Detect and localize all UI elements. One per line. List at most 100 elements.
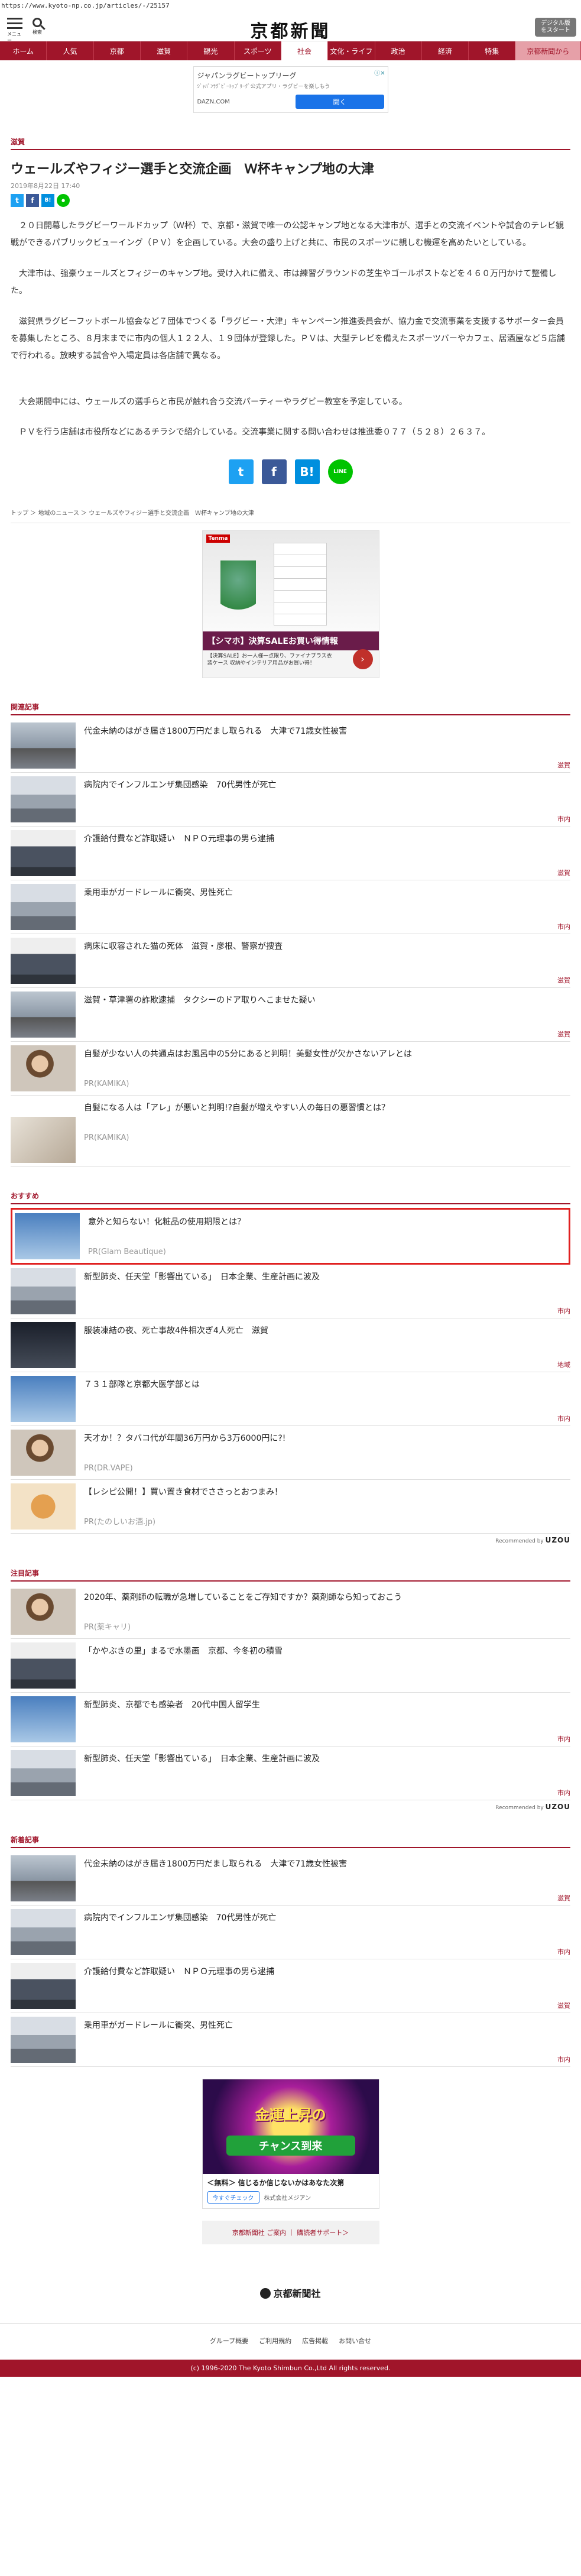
article-link[interactable]: 乗用車がガードレールに衝突、男性死亡 xyxy=(84,886,570,899)
digital-edition-button[interactable]: デジタル版をスタート xyxy=(535,18,576,37)
recommended-by: Recommended by UZOU xyxy=(495,1802,570,1811)
category-tag[interactable]: 市内 xyxy=(557,922,570,931)
nav-item[interactable]: 社会 xyxy=(281,41,329,60)
twitter-share-icon[interactable]: t xyxy=(11,194,24,207)
article-link[interactable]: 【レシピ公開！】買い置き食材でささっとおつまみ！ xyxy=(84,1486,570,1499)
article-link[interactable]: 介護給付費など詐取疑い ＮＰＯ元理事の男ら逮捕 xyxy=(84,1965,570,1978)
article-link[interactable]: 自髪になる人は「アレ」が悪いと判明!?自髪が増えやすい人の毎日の悪習慣とは？ xyxy=(84,1101,570,1114)
display-ad[interactable]: Tenma 【シマホ】決算SALEお買い得情報 【決算SALE】お一人様一点限り… xyxy=(202,530,379,678)
article-link[interactable]: 2020年、薬剤師の転職が急増していることをご存知ですか？薬剤師なら知っておこう xyxy=(84,1591,570,1604)
category-tag[interactable]: 市内 xyxy=(557,1306,570,1315)
list-item[interactable]: 服装凍結の夜、死亡事故4件相次ぎ4人死亡 滋賀地域 xyxy=(11,1318,570,1372)
line-share-button[interactable]: LINE xyxy=(327,459,353,484)
nav-item[interactable]: 京都新聞から xyxy=(515,41,581,60)
list-item[interactable]: 病床に収容された猫の死体 滋賀・彦根、警察が捜査滋賀 xyxy=(11,934,570,988)
list-item[interactable]: 滋賀・草津署の詐欺逮捕 タクシーのドア取りへこませた疑い滋賀 xyxy=(11,988,570,1042)
list-item[interactable]: 介護給付費など詐取疑い ＮＰＯ元理事の男ら逮捕滋賀 xyxy=(11,827,570,880)
article-link[interactable]: 介護給付費など詐取疑い ＮＰＯ元理事の男ら逮捕 xyxy=(84,832,570,845)
top-banner-ad[interactable]: ⓘ✕ ジャパンラグビートップリーグ ｼﾞｬﾊﾟﾝﾗｸﾞﾋﾞｰﾄｯﾌﾟﾘｰｸﾞ公式… xyxy=(193,66,388,113)
menu-button[interactable]: メニュー xyxy=(7,18,22,44)
breadcrumb-item[interactable]: トップ xyxy=(11,510,28,517)
footer-nav-item[interactable]: お問い合せ xyxy=(339,2336,371,2345)
list-item[interactable]: 介護給付費など詐取疑い ＮＰＯ元理事の男ら逮捕滋賀 xyxy=(11,1959,570,2013)
article-link[interactable]: 新型肺炎、任天堂「影響出ている」 日本企業、生産計画に波及 xyxy=(84,1271,570,1284)
list-item[interactable]: 新型肺炎、任天堂「影響出ている」 日本企業、生産計画に波及市内 xyxy=(11,1747,570,1800)
list-item[interactable]: 【レシピ公開！】買い置き食材でささっとおつまみ！ PR(たのしいお酒.jp) xyxy=(11,1480,570,1534)
list-item[interactable]: 天才か！？タバコ代が年間36万円から3万6000円に?! PR(DR.VAPE) xyxy=(11,1426,570,1480)
category-tag[interactable]: 滋賀 xyxy=(557,1893,570,1903)
list-item[interactable]: 病院内でインフルエンザ集団感染 70代男性が死亡市内 xyxy=(11,1906,570,1959)
twitter-share-button[interactable]: t xyxy=(228,459,254,484)
divider xyxy=(11,149,570,150)
list-item[interactable]: 自髪が少ない人の共通点はお風呂中の5分にあると判明！美髪女性が欠かさないアレとは… xyxy=(11,1042,570,1096)
category-tag[interactable]: 地域 xyxy=(557,1360,570,1369)
article-link[interactable]: 滋賀・草津署の詐欺逮捕 タクシーのドア取りへこませた疑い xyxy=(84,994,570,1007)
facebook-share-icon[interactable]: f xyxy=(26,194,39,207)
article-link[interactable]: 新型肺炎、京都でも感染者 20代中国人留学生 xyxy=(84,1699,570,1712)
ad-close-icon[interactable]: ⓘ✕ xyxy=(374,68,385,77)
article-link[interactable]: 病床に収容された猫の死体 滋賀・彦根、警察が捜査 xyxy=(84,940,570,953)
category-tag[interactable]: 市内 xyxy=(557,1947,570,1956)
list-item[interactable]: 新型肺炎、京都でも感染者 20代中国人留学生市内 xyxy=(11,1693,570,1747)
promo-check-button[interactable]: 今すぐチェック xyxy=(207,2191,259,2204)
article-link[interactable]: ７３１部隊と京都大医学部とは xyxy=(84,1378,570,1391)
article-link[interactable]: 「かやぶきの里」まるで水墨画 京都、今冬初の積雪 xyxy=(84,1645,570,1658)
list-item[interactable]: 代金未納のはがき届き1800万円だまし取られる 大津で71歳女性被害滋賀 xyxy=(11,719,570,773)
nav-item[interactable]: 文化・ライフ xyxy=(328,41,375,60)
category-tag[interactable]: 市内 xyxy=(557,1788,570,1797)
list-item[interactable]: 乗用車がガードレールに衝突、男性死亡市内 xyxy=(11,880,570,934)
nav-item[interactable]: 京都 xyxy=(94,41,141,60)
category-tag[interactable]: 市内 xyxy=(557,814,570,824)
category-tag[interactable]: 滋賀 xyxy=(557,2001,570,2010)
nav-item[interactable]: スポーツ xyxy=(235,41,281,60)
list-item[interactable]: 新型肺炎、任天堂「影響出ている」 日本企業、生産計画に波及市内 xyxy=(11,1265,570,1318)
line-share-icon[interactable]: ● xyxy=(57,194,70,207)
article-link[interactable]: 天才か！？タバコ代が年間36万円から3万6000円に?! xyxy=(84,1432,570,1445)
nav-item[interactable]: 経済 xyxy=(422,41,469,60)
footer-nav-item[interactable]: 広告掲載 xyxy=(302,2336,328,2345)
footer-links[interactable]: 京都新聞社 ご案内 ｜ 購読者サポート＞ xyxy=(202,2220,379,2244)
list-item[interactable]: 乗用車がガードレールに衝突、男性死亡市内 xyxy=(11,2013,570,2067)
article-link[interactable]: 服装凍結の夜、死亡事故4件相次ぎ4人死亡 滋賀 xyxy=(84,1324,570,1337)
nav-item[interactable]: 特集 xyxy=(469,41,516,60)
list-item[interactable]: 自髪になる人は「アレ」が悪いと判明!?自髪が増えやすい人の毎日の悪習慣とは？ PR… xyxy=(11,1096,570,1167)
article-link[interactable]: 代金未納のはがき届き1800万円だまし取られる 大津で71歳女性被害 xyxy=(84,1858,570,1871)
facebook-share-button[interactable]: f xyxy=(261,459,287,484)
nav-item[interactable]: 滋賀 xyxy=(141,41,188,60)
hatena-share-button[interactable]: B! xyxy=(294,459,320,484)
promo-ad[interactable]: 金運上昇の チャンス到来 ＜無料＞ 信じるか信じないかはあなた次第 今すぐチェッ… xyxy=(202,2078,379,2209)
article-link[interactable]: 乗用車がガードレールに衝突、男性死亡 xyxy=(84,2019,570,2032)
site-logo[interactable]: 京都新聞 xyxy=(251,17,331,43)
footer-nav-item[interactable]: グループ概要 xyxy=(210,2336,248,2345)
category-tag[interactable]: 滋賀 xyxy=(557,976,570,985)
ad-open-button[interactable]: 開く xyxy=(295,95,384,109)
list-item[interactable]: 「かやぶきの里」まるで水墨画 京都、今冬初の積雪 xyxy=(11,1639,570,1693)
breadcrumb-item[interactable]: 地域のニュース xyxy=(38,510,79,517)
list-item[interactable]: 意外と知らない！化粧品の使用期限とは？ PR(Glam Beautique) xyxy=(11,1207,570,1265)
article-link[interactable]: 病院内でインフルエンザ集団感染 70代男性が死亡 xyxy=(84,1911,570,1924)
list-item[interactable]: 2020年、薬剤師の転職が急増していることをご存知ですか？薬剤師なら知っておこう… xyxy=(11,1585,570,1639)
nav-item[interactable]: 政治 xyxy=(375,41,422,60)
category-tag[interactable]: 市内 xyxy=(557,1414,570,1423)
category-tag[interactable]: 滋賀 xyxy=(557,760,570,770)
article-link[interactable]: 病院内でインフルエンザ集団感染 70代男性が死亡 xyxy=(84,779,570,792)
list-item[interactable]: 病院内でインフルエンザ集団感染 70代男性が死亡市内 xyxy=(11,773,570,827)
nav-item[interactable]: ホーム xyxy=(0,41,47,60)
category-tag[interactable]: 市内 xyxy=(557,2055,570,2064)
category-tag[interactable]: 滋賀 xyxy=(557,868,570,877)
category-tag[interactable]: 市内 xyxy=(557,1734,570,1744)
article-link[interactable]: 代金未納のはがき届き1800万円だまし取られる 大津で71歳女性被害 xyxy=(84,725,570,738)
nav-item[interactable]: 観光 xyxy=(187,41,235,60)
article-category[interactable]: 滋賀 xyxy=(11,137,570,147)
footer-nav-item[interactable]: ご利用規約 xyxy=(259,2336,291,2345)
article-link[interactable]: 新型肺炎、任天堂「影響出ている」 日本企業、生産計画に波及 xyxy=(84,1752,570,1765)
list-item[interactable]: 代金未納のはがき届き1800万円だまし取られる 大津で71歳女性被害滋賀 xyxy=(11,1852,570,1906)
category-tag[interactable]: 滋賀 xyxy=(557,1029,570,1039)
chevron-right-icon[interactable]: › xyxy=(352,649,373,669)
hatena-share-icon[interactable]: B! xyxy=(41,194,54,207)
search-button[interactable]: 検索 xyxy=(30,18,45,36)
article-link[interactable]: 自髪が少ない人の共通点はお風呂中の5分にあると判明！美髪女性が欠かさないアレとは xyxy=(84,1048,570,1061)
article-link[interactable]: 意外と知らない！化粧品の使用期限とは？ xyxy=(88,1216,566,1229)
list-item[interactable]: ７３１部隊と京都大医学部とは市内 xyxy=(11,1372,570,1426)
nav-item[interactable]: 人気 xyxy=(47,41,94,60)
